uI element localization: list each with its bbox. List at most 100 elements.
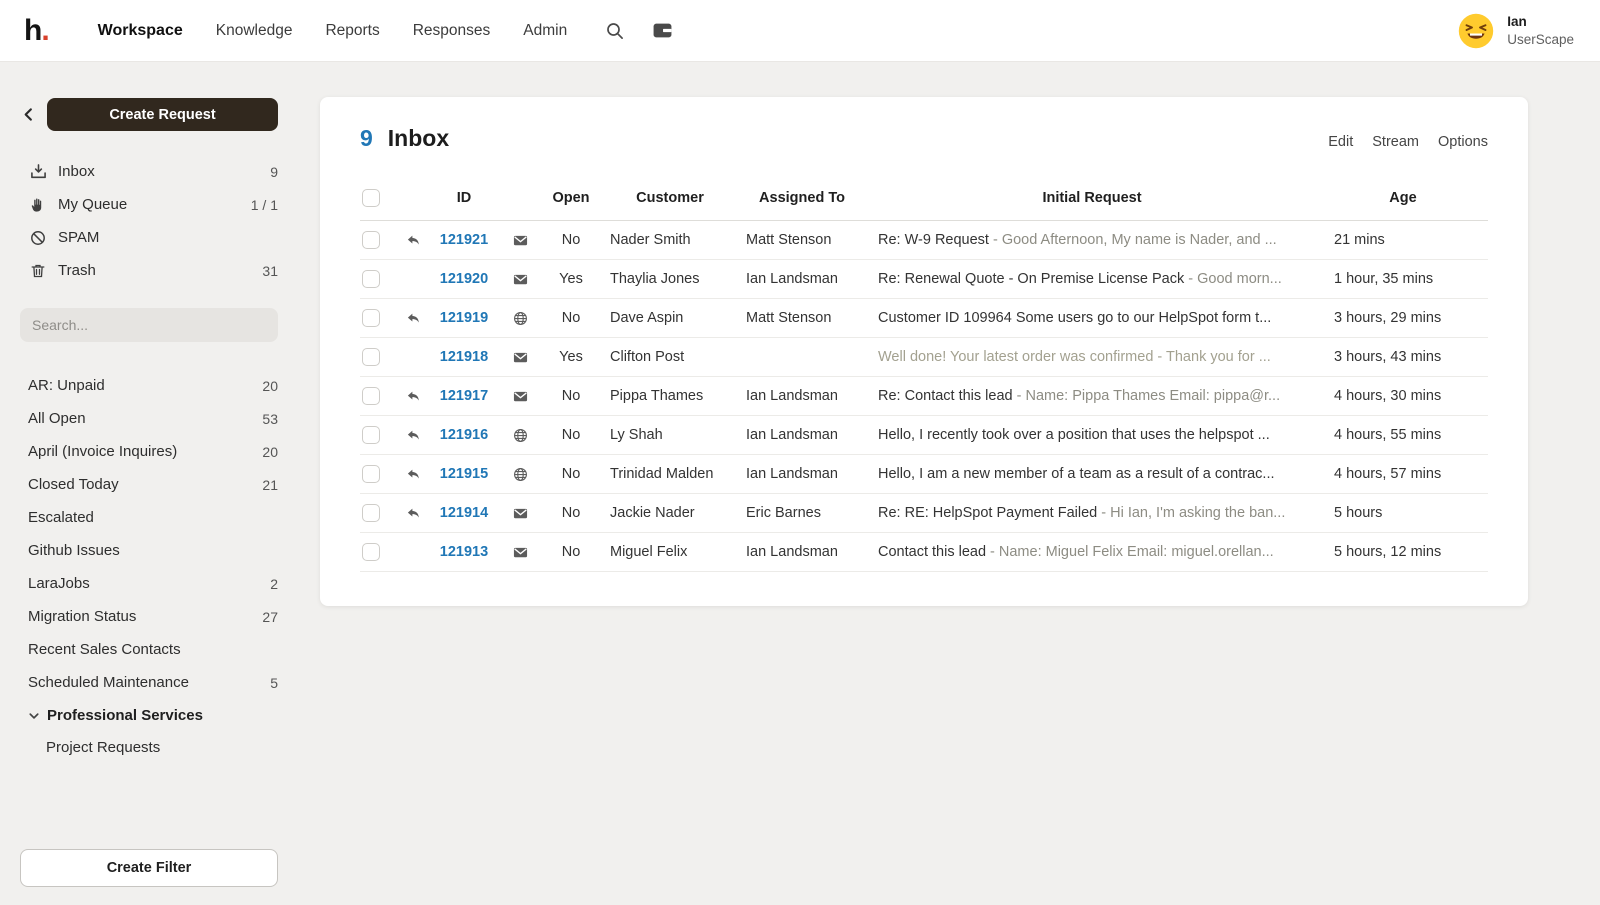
filter-count: 20 bbox=[262, 378, 278, 394]
row-checkbox[interactable] bbox=[362, 543, 380, 561]
request-id-link[interactable]: 121914 bbox=[440, 505, 488, 521]
sidebar-filter-ar-unpaid[interactable]: AR: Unpaid20 bbox=[20, 369, 278, 402]
sidebar-item-inbox[interactable]: Inbox9 bbox=[20, 155, 278, 188]
inbox-icon bbox=[30, 163, 47, 180]
filter-label: Escalated bbox=[28, 509, 278, 526]
row-checkbox-cell bbox=[360, 377, 398, 416]
sidebar-group-professional-services[interactable]: Professional Services bbox=[20, 699, 278, 732]
request-age: 4 hours, 57 mins bbox=[1318, 455, 1488, 494]
email-icon bbox=[513, 233, 528, 248]
edit-link[interactable]: Edit bbox=[1328, 134, 1353, 150]
filter-count: 53 bbox=[262, 411, 278, 427]
col-header-request[interactable]: Initial Request bbox=[866, 180, 1318, 221]
col-header-id[interactable]: ID bbox=[428, 180, 500, 221]
filter-count: 20 bbox=[262, 444, 278, 460]
col-header-customer[interactable]: Customer bbox=[602, 180, 738, 221]
user-menu[interactable]: Ian UserScape bbox=[1458, 13, 1574, 49]
sidebar-filter-escalated[interactable]: Escalated bbox=[20, 501, 278, 534]
table-row[interactable]: 121913NoMiguel FelixIan LandsmanContact … bbox=[360, 533, 1488, 572]
table-row[interactable]: 121919NoDave AspinMatt StensonCustomer I… bbox=[360, 299, 1488, 338]
table-row[interactable]: 121921NoNader SmithMatt StensonRe: W-9 R… bbox=[360, 221, 1488, 260]
wallet-icon[interactable] bbox=[652, 20, 673, 41]
reply-icon bbox=[406, 506, 421, 521]
row-checkbox[interactable] bbox=[362, 348, 380, 366]
email-icon bbox=[513, 545, 528, 560]
request-table: ID Open Customer Assigned To Initial Req… bbox=[360, 180, 1488, 572]
sidebar: Create Request Inbox9My Queue1 / 1SPAMTr… bbox=[0, 62, 300, 905]
sidebar-filter-closed-today[interactable]: Closed Today21 bbox=[20, 468, 278, 501]
request-id-link[interactable]: 121920 bbox=[440, 271, 488, 287]
col-header-age[interactable]: Age bbox=[1318, 180, 1488, 221]
request-id-link[interactable]: 121918 bbox=[440, 349, 488, 365]
reply-cell bbox=[398, 221, 428, 260]
table-row[interactable]: 121918YesClifton PostWell done! Your lat… bbox=[360, 338, 1488, 377]
filter-label: Github Issues bbox=[28, 542, 278, 559]
table-row[interactable]: 121914NoJackie NaderEric BarnesRe: RE: H… bbox=[360, 494, 1488, 533]
sidebar-item-my-queue[interactable]: My Queue1 / 1 bbox=[20, 188, 278, 221]
table-row[interactable]: 121916NoLy ShahIan LandsmanHello, I rece… bbox=[360, 416, 1488, 455]
row-checkbox[interactable] bbox=[362, 504, 380, 522]
row-checkbox[interactable] bbox=[362, 231, 380, 249]
row-checkbox[interactable] bbox=[362, 270, 380, 288]
initial-request: Re: W-9 Request - Good Afternoon, My nam… bbox=[866, 221, 1318, 260]
nav-item-admin[interactable]: Admin bbox=[523, 22, 567, 40]
request-id-link[interactable]: 121921 bbox=[440, 232, 488, 248]
user-org: UserScape bbox=[1507, 31, 1574, 49]
col-header-assigned[interactable]: Assigned To bbox=[738, 180, 866, 221]
sidebar-item-trash[interactable]: Trash31 bbox=[20, 254, 278, 287]
nav-item-responses[interactable]: Responses bbox=[413, 22, 491, 40]
request-subject: Customer ID 109964 Some users go to our … bbox=[878, 310, 1271, 326]
sidebar-item-count: 31 bbox=[262, 263, 278, 279]
row-checkbox[interactable] bbox=[362, 465, 380, 483]
request-id-link[interactable]: 121917 bbox=[440, 388, 488, 404]
row-checkbox[interactable] bbox=[362, 426, 380, 444]
nav-item-reports[interactable]: Reports bbox=[325, 22, 379, 40]
col-header-reply bbox=[398, 180, 428, 221]
email-icon bbox=[513, 350, 528, 365]
nav-item-knowledge[interactable]: Knowledge bbox=[216, 22, 293, 40]
reply-cell bbox=[398, 260, 428, 299]
sidebar-filter-migration-status[interactable]: Migration Status27 bbox=[20, 600, 278, 633]
email-icon bbox=[513, 506, 528, 521]
sidebar-filter-recent-sales-contacts[interactable]: Recent Sales Contacts bbox=[20, 633, 278, 666]
nav-item-workspace[interactable]: Workspace bbox=[98, 22, 183, 40]
main-nav: Workspace Knowledge Reports Responses Admin bbox=[98, 22, 568, 40]
sidebar-item-label: Trash bbox=[58, 262, 262, 279]
row-checkbox[interactable] bbox=[362, 387, 380, 405]
sidebar-filter-larajobs[interactable]: LaraJobs2 bbox=[20, 567, 278, 600]
table-row[interactable]: 121915NoTrinidad MaldenIan LandsmanHello… bbox=[360, 455, 1488, 494]
sidebar-filter-github-issues[interactable]: Github Issues bbox=[20, 534, 278, 567]
assigned-to: Matt Stenson bbox=[738, 221, 866, 260]
request-id-link[interactable]: 121915 bbox=[440, 466, 488, 482]
logo[interactable]: h. bbox=[24, 16, 49, 46]
request-age: 3 hours, 29 mins bbox=[1318, 299, 1488, 338]
request-table-body: 121921NoNader SmithMatt StensonRe: W-9 R… bbox=[360, 221, 1488, 572]
request-id-link[interactable]: 121913 bbox=[440, 544, 488, 560]
reply-cell bbox=[398, 377, 428, 416]
request-id-link[interactable]: 121919 bbox=[440, 310, 488, 326]
sidebar-collapse-button[interactable] bbox=[20, 106, 37, 123]
reply-cell bbox=[398, 416, 428, 455]
sidebar-item-spam[interactable]: SPAM bbox=[20, 221, 278, 254]
request-id-link[interactable]: 121916 bbox=[440, 427, 488, 443]
search-icon[interactable] bbox=[605, 21, 625, 41]
stream-link[interactable]: Stream bbox=[1372, 134, 1419, 150]
col-header-open[interactable]: Open bbox=[540, 180, 602, 221]
sidebar-item-project-requests[interactable]: Project Requests bbox=[20, 732, 278, 762]
sidebar-filter-april-invoice-inquires[interactable]: April (Invoice Inquires)20 bbox=[20, 435, 278, 468]
options-link[interactable]: Options bbox=[1438, 134, 1488, 150]
request-age: 4 hours, 55 mins bbox=[1318, 416, 1488, 455]
sidebar-search-input[interactable] bbox=[20, 308, 278, 342]
table-row[interactable]: 121920YesThaylia JonesIan LandsmanRe: Re… bbox=[360, 260, 1488, 299]
select-all-checkbox[interactable] bbox=[362, 189, 380, 207]
channel-cell bbox=[500, 338, 540, 377]
create-request-button[interactable]: Create Request bbox=[47, 98, 278, 131]
web-icon bbox=[513, 428, 528, 443]
row-checkbox[interactable] bbox=[362, 309, 380, 327]
sidebar-filter-scheduled-maintenance[interactable]: Scheduled Maintenance5 bbox=[20, 666, 278, 699]
create-filter-button[interactable]: Create Filter bbox=[20, 849, 278, 887]
table-row[interactable]: 121917NoPippa ThamesIan LandsmanRe: Cont… bbox=[360, 377, 1488, 416]
open-status: Yes bbox=[540, 260, 602, 299]
channel-cell bbox=[500, 299, 540, 338]
sidebar-filter-all-open[interactable]: All Open53 bbox=[20, 402, 278, 435]
